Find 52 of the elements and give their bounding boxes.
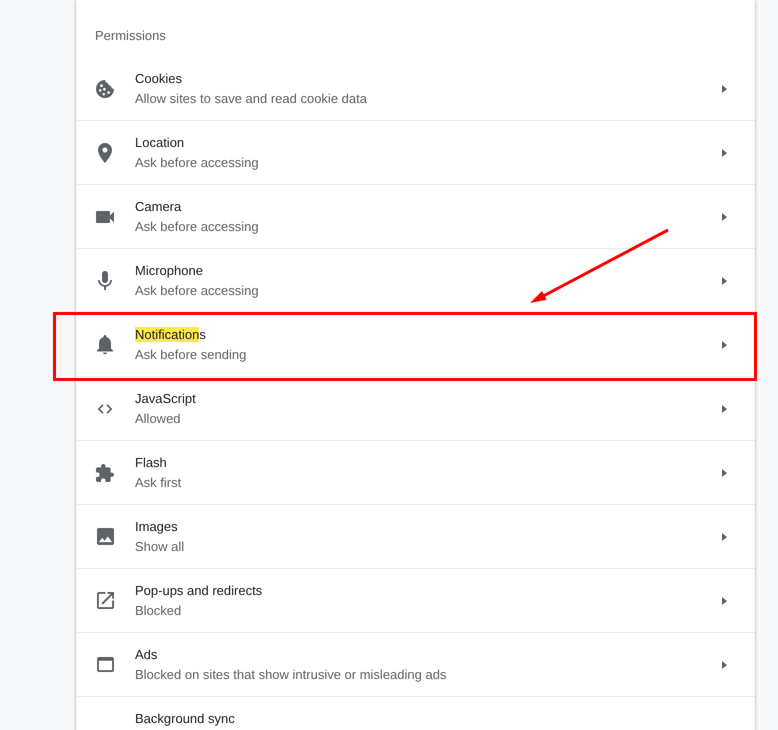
permission-status: Ask before accessing — [135, 154, 259, 172]
caret-icon — [722, 340, 727, 348]
permission-status: Ask first — [135, 474, 182, 492]
permission-item[interactable]: Notifications Ask before sending — [76, 313, 755, 377]
browser-window-icon — [96, 657, 114, 672]
microphone-icon — [98, 271, 112, 290]
permission-title: Pop-ups and redirects — [135, 582, 262, 600]
caret-icon — [722, 84, 727, 92]
permission-title: Microphone — [135, 262, 203, 280]
open-in-new-icon — [96, 592, 114, 609]
permission-item[interactable]: Ads Blocked on sites that show intrusive or misleading ads — [76, 633, 755, 697]
permission-title: Notifications — [135, 326, 206, 344]
permission-title: Images — [135, 518, 178, 536]
permission-item[interactable]: Location Ask before accessing — [76, 121, 755, 185]
bell-icon — [97, 334, 113, 354]
permission-title: Cookies — [135, 70, 182, 88]
permission-item[interactable]: Background sync — [76, 697, 755, 730]
caret-icon — [722, 148, 727, 156]
caret-icon — [722, 212, 727, 220]
permission-title: Camera — [135, 198, 182, 216]
permission-title: JavaScript — [135, 390, 196, 408]
puzzle-piece-icon — [96, 464, 114, 482]
permission-status: Allowed — [135, 410, 181, 428]
caret-icon — [722, 468, 727, 476]
permission-item[interactable]: Images Show all — [76, 505, 755, 569]
cookie-icon — [96, 80, 114, 98]
permission-title: Background sync — [135, 710, 235, 728]
permission-item[interactable]: Pop-ups and redirects Blocked — [76, 569, 755, 633]
permission-status: Ask before sending — [135, 346, 246, 364]
caret-icon — [722, 404, 727, 412]
section-heading: Permissions — [94, 27, 167, 45]
permission-item[interactable]: Flash Ask first — [76, 441, 755, 505]
image-icon — [96, 528, 114, 545]
permission-item[interactable]: Camera Ask before accessing — [76, 185, 755, 249]
permission-status: Ask before accessing — [135, 282, 259, 300]
permission-title: Ads — [135, 646, 158, 664]
code-brackets-icon — [97, 404, 113, 414]
permission-item[interactable]: Cookies Allow sites to save and read cookie data — [76, 57, 755, 121]
permission-status: Blocked on sites that show intrusive or misleading ads — [135, 666, 446, 684]
permission-status: Allow sites to save and read cookie data — [135, 90, 367, 108]
caret-icon — [722, 660, 727, 668]
caret-icon — [722, 276, 727, 284]
permission-title: Flash — [135, 454, 167, 472]
permission-status: Show all — [135, 538, 184, 556]
location-pin-icon — [98, 142, 112, 162]
caret-icon — [722, 596, 727, 604]
permission-status: Ask before accessing — [135, 218, 259, 236]
permission-status: Blocked — [135, 602, 182, 620]
permission-title: Location — [135, 134, 184, 152]
video-camera-icon — [96, 210, 114, 222]
permission-item[interactable]: JavaScript Allowed — [76, 377, 755, 441]
caret-icon — [722, 532, 727, 540]
